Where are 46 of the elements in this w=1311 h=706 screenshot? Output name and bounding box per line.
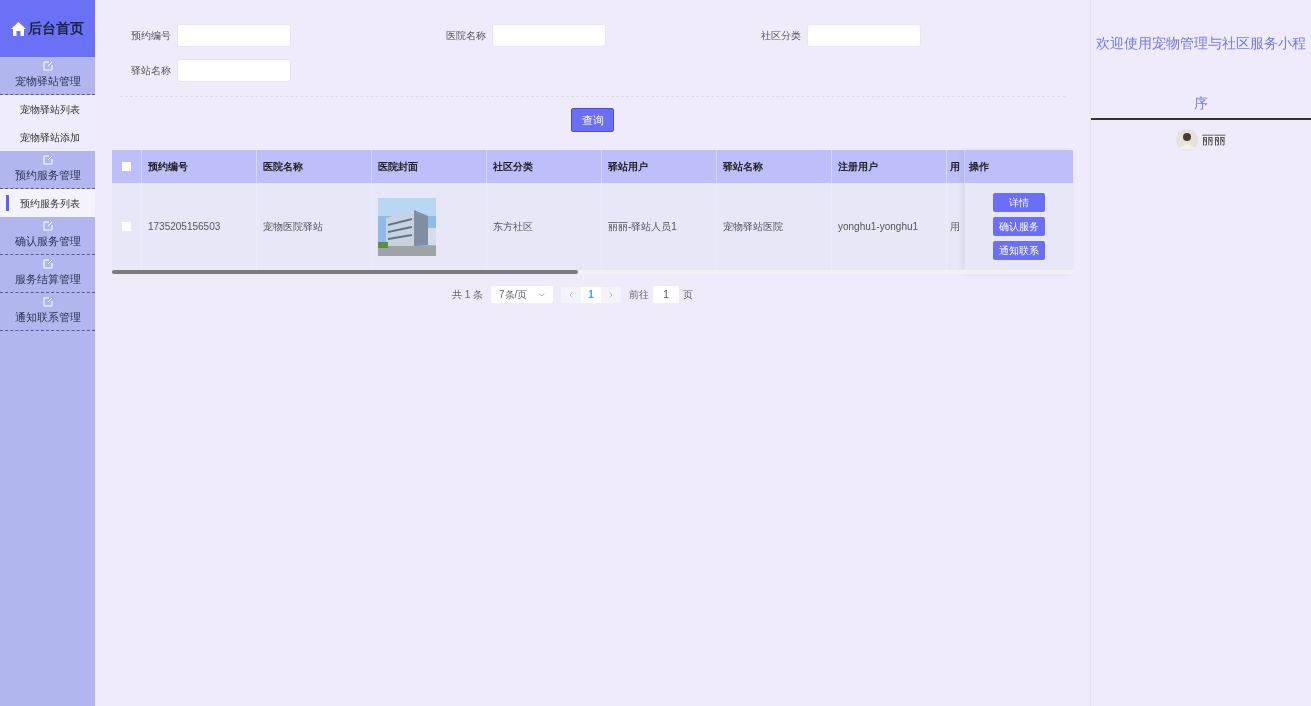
edit-icon (42, 155, 53, 166)
row-checkbox[interactable] (122, 222, 131, 231)
action-button[interactable]: 详情 (993, 193, 1045, 212)
edit-icon (42, 259, 53, 270)
action-button[interactable]: 确认服务 (993, 217, 1045, 236)
query-button[interactable]: 查询 (571, 108, 614, 132)
table-cell-text: 宠物医院驿站 (263, 220, 323, 234)
home-icon (11, 21, 26, 36)
goto-page-field[interactable]: 1 (653, 286, 680, 303)
field-label: 医院名称 (445, 29, 487, 43)
avatar (1176, 129, 1198, 151)
search-field[interactable] (492, 24, 606, 47)
field-label: 社区分类 (760, 29, 802, 43)
table-cell-text: 东方社区 (493, 220, 533, 234)
edit-icon (42, 297, 53, 308)
table-cell-text: 用 (950, 220, 960, 234)
home-title[interactable]: 后台首页 (28, 18, 84, 39)
page-size-select[interactable]: 7条/页 (491, 286, 554, 303)
prev-page-button[interactable] (561, 286, 582, 303)
search-field[interactable] (177, 59, 291, 82)
table-cell-text: 1735205156503 (148, 220, 221, 234)
edit-icon (42, 221, 53, 232)
total-count: 共 1 条 (451, 288, 484, 302)
page-unit: 页 (683, 288, 694, 302)
action-button[interactable]: 通知联系 (993, 241, 1045, 260)
column-header: 操作 (965, 150, 1073, 183)
menu-item[interactable]: 预约服务列表 (0, 189, 95, 217)
table-cell-text: 宠物驿站医院 (723, 220, 783, 234)
field-label: 驿站名称 (130, 64, 172, 78)
chevron-right-icon (609, 291, 614, 298)
search-field[interactable] (807, 24, 921, 47)
menu-item[interactable]: 宠物驿站添加 (0, 123, 95, 151)
welcome-title: 欢迎使用宠物管理与社区服务小程序 (1095, 34, 1307, 113)
table-cell-text: yonghu1-yonghu1 (838, 220, 919, 234)
goto-label: 前往 (629, 288, 650, 302)
next-page-button[interactable] (601, 286, 622, 303)
table-cell-text: 丽丽-驿站人员1 (608, 220, 677, 234)
edit-icon (42, 61, 53, 72)
field-label: 预约编号 (130, 29, 172, 43)
menu-item[interactable]: 宠物驿站列表 (0, 95, 95, 123)
search-field[interactable] (177, 24, 291, 47)
chevron-down-icon (539, 292, 546, 297)
select-all-checkbox[interactable] (122, 162, 131, 171)
chevron-left-icon (569, 291, 574, 298)
scrollbar[interactable] (112, 270, 965, 274)
user-name: 丽丽 (1202, 132, 1226, 149)
